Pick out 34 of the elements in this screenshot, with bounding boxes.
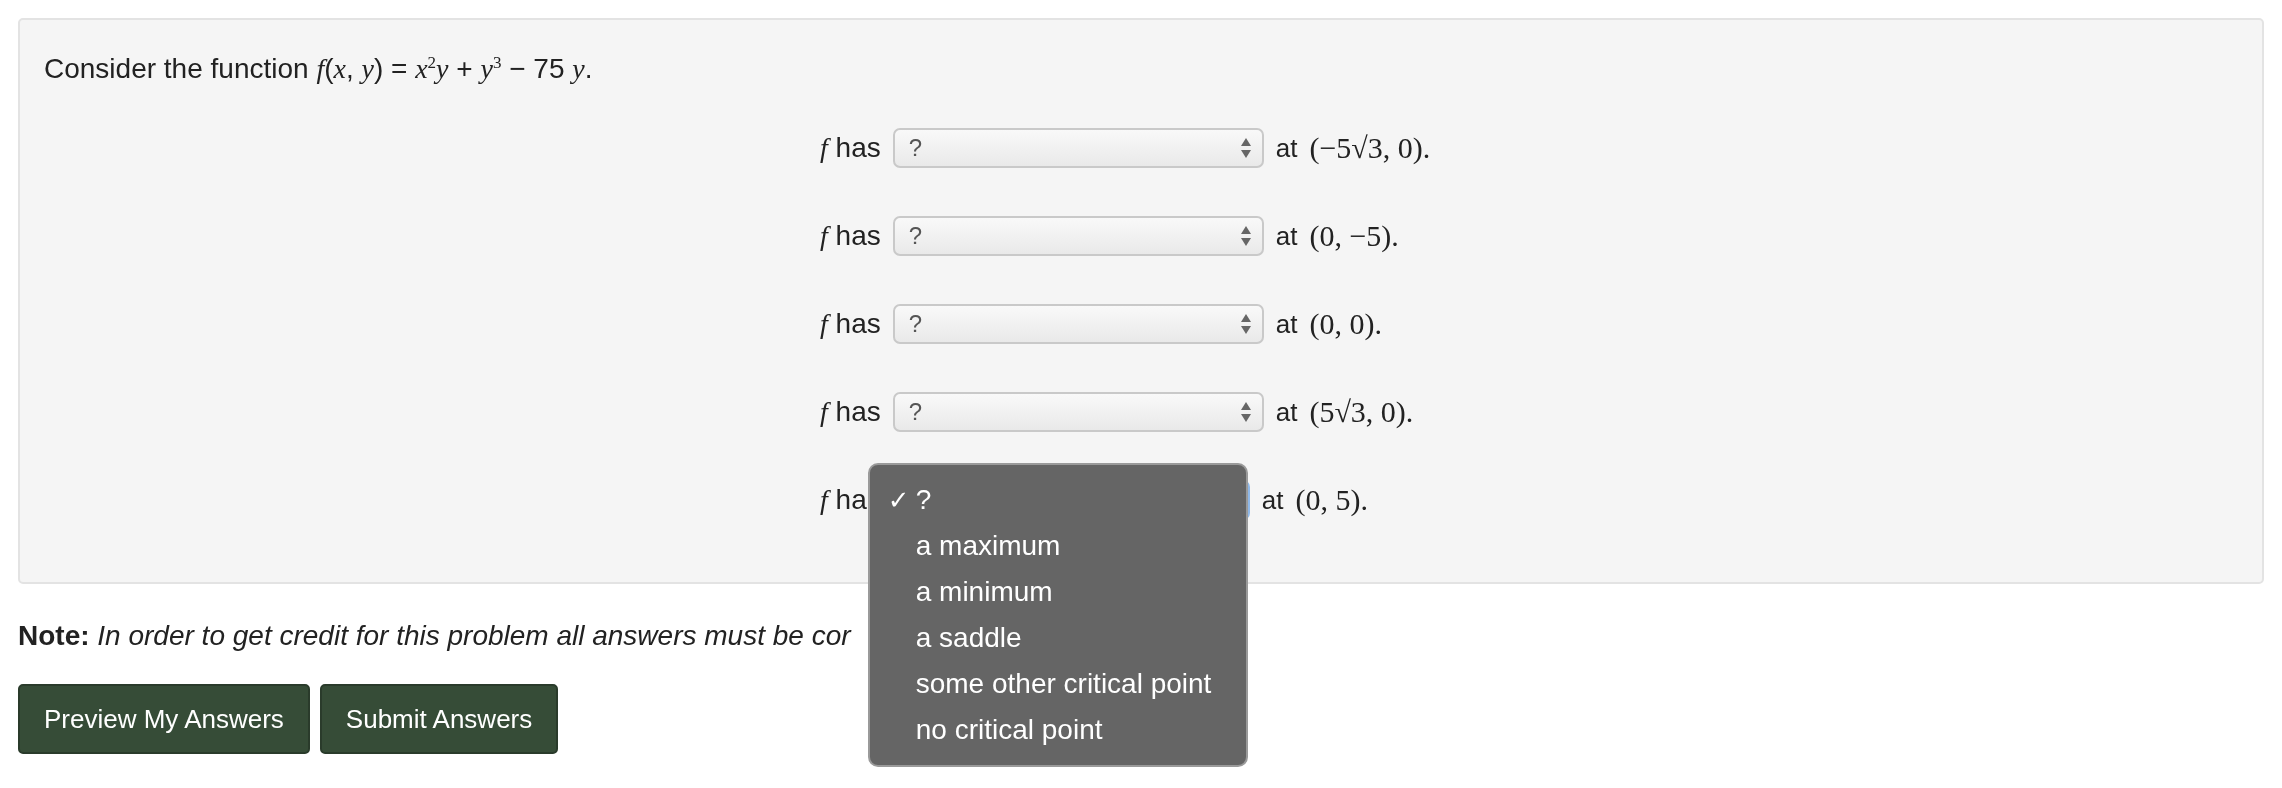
point-coordinates: (−5√3, 0). [1309, 131, 1431, 166]
note-text: Note: In order to get credit for this problem all answers must be cor [18, 620, 851, 652]
dropdown-option[interactable]: no critical point [915, 714, 1103, 747]
dropdown-option[interactable]: some other critical point [915, 668, 1212, 701]
point-coordinates: (0, −5). [1309, 219, 1399, 254]
dropdown-option[interactable]: ? [915, 484, 932, 517]
point-coordinates: (0, 0). [1309, 307, 1382, 342]
row-label: f has [820, 220, 881, 253]
row-label: f has [820, 308, 881, 341]
problem-statement: Consider the function f(x, y) = x$^{2}$y + y$^{3}$ − 75 y. [44, 52, 594, 87]
answer-select[interactable]: ? [892, 304, 1264, 345]
check-mark: ✓ [887, 485, 911, 516]
at-label: at [1261, 484, 1284, 516]
dropdown-option[interactable]: a maximum [915, 530, 1061, 563]
dropdown-option[interactable]: a saddle [915, 622, 1022, 655]
up-down-arrows-icon [1239, 137, 1252, 160]
answer-select[interactable]: ? [892, 216, 1264, 257]
submit-button[interactable]: Submit Answers [319, 684, 559, 754]
at-label: at [1275, 220, 1298, 252]
row-label: f has [820, 132, 881, 165]
up-down-arrows-icon [1239, 313, 1252, 336]
preview-button[interactable]: Preview My Answers [18, 684, 310, 754]
answer-select[interactable]: ? [892, 392, 1264, 433]
answer-select[interactable]: ? [892, 128, 1264, 169]
at-label: at [1275, 396, 1298, 428]
row-label: f ha [820, 484, 867, 517]
point-coordinates: (5√3, 0). [1309, 395, 1414, 430]
point-coordinates: (0, 5). [1295, 483, 1368, 518]
up-down-arrows-icon [1239, 225, 1252, 248]
row-label: f has [820, 396, 881, 429]
at-label: at [1275, 308, 1298, 340]
dropdown-option[interactable]: a minimum [915, 576, 1053, 609]
up-down-arrows-icon [1239, 401, 1252, 424]
at-label: at [1275, 132, 1298, 164]
